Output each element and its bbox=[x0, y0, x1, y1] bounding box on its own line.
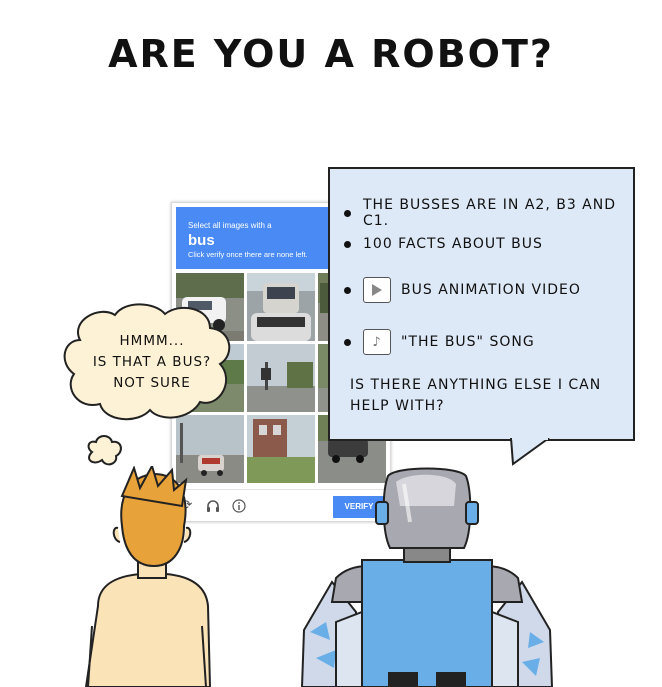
bullet-dot bbox=[344, 209, 351, 217]
captcha-hint: Click verify once there are none left. bbox=[188, 250, 308, 259]
music-note-icon[interactable]: ♪ bbox=[363, 329, 391, 355]
page-title: ARE YOU A ROBOT? bbox=[108, 32, 554, 76]
info-icon[interactable] bbox=[232, 499, 246, 513]
thought-line-3: NOT SURE bbox=[113, 375, 191, 391]
speech-item-label: 100 FACTS ABOUT BUS bbox=[363, 236, 543, 252]
speech-item-label: BUS ANIMATION VIDEO bbox=[401, 282, 581, 298]
play-icon[interactable] bbox=[363, 277, 391, 303]
speech-item-bus-locations[interactable]: THE BUSSES ARE IN A2, B3 AND C1. bbox=[344, 197, 633, 229]
robot-figure bbox=[300, 467, 554, 687]
speech-item-animation-video[interactable]: BUS ANIMATION VIDEO bbox=[344, 277, 581, 303]
captcha-instruction: Select all images with a bbox=[188, 221, 272, 230]
speech-item-facts-link[interactable]: 100 FACTS ABOUT BUS bbox=[344, 236, 543, 252]
thought-text: HMMM... IS THAT A BUS? NOT SURE bbox=[77, 331, 227, 394]
captcha-tile-b2[interactable] bbox=[247, 344, 315, 412]
thought-line-1: HMMM... bbox=[119, 333, 185, 349]
robot-speech-box: THE BUSSES ARE IN A2, B3 AND C1. 100 FAC… bbox=[328, 167, 635, 441]
human-figure bbox=[84, 466, 212, 687]
captcha-target-word: bus bbox=[188, 232, 215, 249]
speech-item-label: "THE BUS" SONG bbox=[401, 334, 535, 350]
speech-question: IS THERE ANYTHING ELSE I CAN HELP WITH? bbox=[350, 377, 602, 414]
bullet-dot bbox=[344, 286, 351, 294]
bullet-dot bbox=[344, 338, 351, 346]
captcha-tile-b1[interactable] bbox=[247, 273, 315, 341]
speech-item-label: THE BUSSES ARE IN A2, B3 AND C1. bbox=[363, 197, 617, 229]
thought-line-2: IS THAT A BUS? bbox=[92, 354, 212, 370]
speech-item-bus-song[interactable]: ♪ "THE BUS" SONG bbox=[344, 329, 535, 355]
bullet-dot bbox=[344, 240, 351, 248]
